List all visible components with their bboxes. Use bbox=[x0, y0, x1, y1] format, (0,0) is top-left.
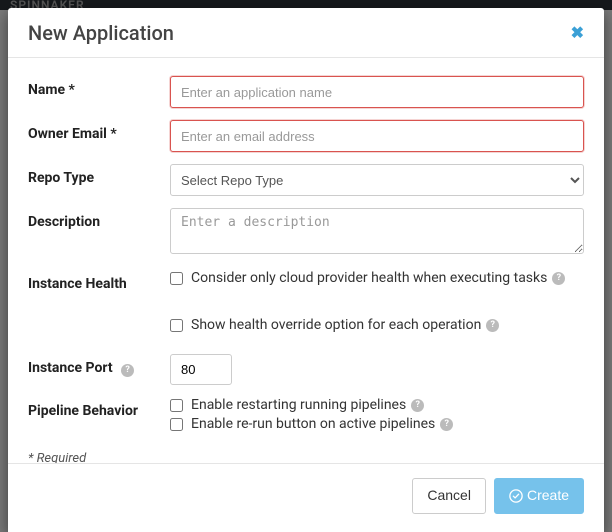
instance-port-input[interactable] bbox=[170, 354, 232, 385]
enable-restarting-checkbox[interactable] bbox=[170, 399, 183, 412]
cloud-provider-health-checkbox[interactable] bbox=[170, 272, 183, 285]
help-icon[interactable]: ? bbox=[121, 364, 134, 377]
enable-restarting-label: Enable restarting running pipelines bbox=[191, 397, 406, 413]
instance-port-label: Instance Port ? bbox=[28, 354, 170, 377]
help-icon[interactable]: ? bbox=[486, 319, 499, 332]
modal-header: New Application ✖ bbox=[8, 8, 604, 58]
description-textarea[interactable] bbox=[170, 208, 584, 254]
modal-title: New Application bbox=[28, 21, 174, 45]
check-circle-icon bbox=[509, 489, 523, 503]
cloud-provider-health-label: Consider only cloud provider health when… bbox=[191, 270, 547, 286]
health-override-checkbox[interactable] bbox=[170, 319, 183, 332]
owner-email-input[interactable] bbox=[170, 120, 584, 152]
create-button-label: Create bbox=[527, 486, 569, 506]
help-icon[interactable]: ? bbox=[440, 418, 453, 431]
repo-type-label: Repo Type bbox=[28, 164, 170, 186]
enable-rerun-checkbox[interactable] bbox=[170, 418, 183, 431]
repo-type-select[interactable]: Select Repo Type bbox=[170, 164, 584, 196]
owner-email-label: Owner Email * bbox=[28, 120, 170, 142]
enable-rerun-label: Enable re-run button on active pipelines bbox=[191, 416, 435, 432]
name-input[interactable] bbox=[170, 76, 584, 108]
name-label: Name * bbox=[28, 76, 170, 98]
cancel-button[interactable]: Cancel bbox=[412, 478, 486, 514]
help-icon[interactable]: ? bbox=[411, 399, 424, 412]
required-note: * Required bbox=[28, 451, 584, 463]
close-icon[interactable]: ✖ bbox=[571, 25, 584, 41]
instance-health-label: Instance Health bbox=[28, 270, 170, 292]
create-button[interactable]: Create bbox=[494, 478, 584, 514]
help-icon[interactable]: ? bbox=[552, 272, 565, 285]
description-label: Description bbox=[28, 208, 170, 230]
modal-footer: Cancel Create bbox=[8, 463, 604, 532]
modal-body: Name * Owner Email * Repo Type Select Re… bbox=[8, 58, 604, 463]
health-override-label: Show health override option for each ope… bbox=[191, 317, 481, 333]
pipeline-behavior-label: Pipeline Behavior bbox=[28, 397, 170, 419]
new-application-modal: New Application ✖ Name * Owner Email * R… bbox=[8, 8, 604, 532]
